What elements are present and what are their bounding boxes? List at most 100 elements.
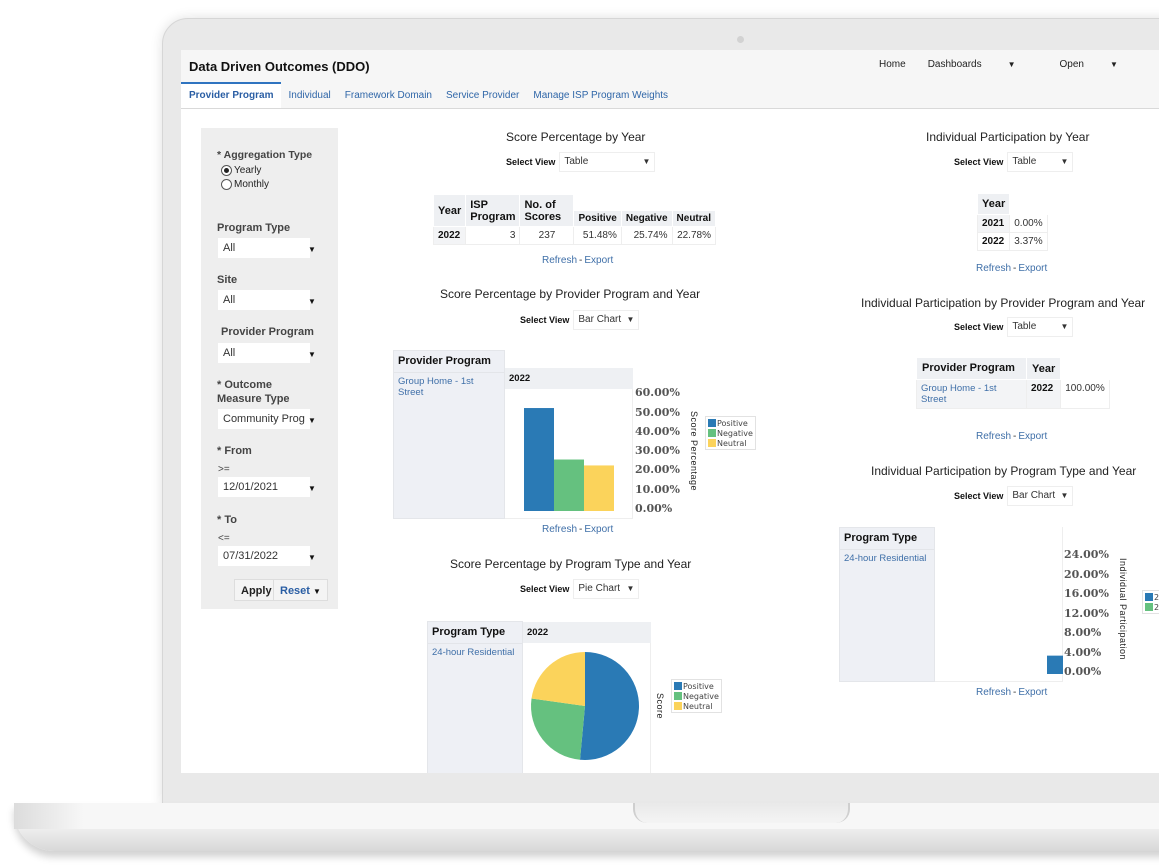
- nav-dashboards[interactable]: Dashboards ▼: [928, 59, 1038, 70]
- select-view: Select View Pie Chart ▼: [520, 579, 640, 599]
- refresh-link[interactable]: Refresh: [542, 255, 577, 266]
- section-title: Score Percentage by Program Type and Yea…: [450, 557, 692, 571]
- radio-monthly[interactable]: Monthly: [221, 179, 269, 190]
- y-tick-label: 12.00%: [1064, 606, 1109, 620]
- program-type-select[interactable]: All: [218, 238, 310, 258]
- laptop-base-top: [14, 803, 1159, 829]
- nav-open[interactable]: Open ▼: [1060, 59, 1140, 70]
- y-tick-label: 24.00%: [1064, 548, 1109, 561]
- caret-down-icon: ▼: [1060, 157, 1069, 166]
- refresh-link[interactable]: Refresh: [976, 687, 1011, 698]
- radio-yearly[interactable]: Yearly: [221, 165, 261, 176]
- separator: -: [1013, 431, 1017, 442]
- tab-service-provider[interactable]: Service Provider: [439, 90, 526, 108]
- header-bar: Data Driven Outcomes (DDO) Home Dashboar…: [181, 50, 1159, 82]
- row-value-link[interactable]: Group Home - 1st Street: [394, 373, 504, 401]
- tab-individual[interactable]: Individual: [281, 90, 337, 108]
- from-operator: >=: [218, 464, 230, 475]
- provider-program-select[interactable]: All: [218, 343, 310, 363]
- chart-legend: 20212022: [1142, 590, 1159, 614]
- view-select[interactable]: Bar Chart ▼: [573, 310, 640, 330]
- caret-down-icon: ▼: [642, 157, 651, 166]
- col-header: 2022: [505, 368, 633, 389]
- from-label: * From: [217, 445, 252, 457]
- view-select[interactable]: Pie Chart ▼: [573, 579, 640, 599]
- row-header: Program Type: [840, 528, 934, 550]
- reset-label: Reset: [280, 585, 310, 597]
- legend-swatch: [708, 419, 716, 427]
- select-view-label: Select View: [954, 491, 1004, 501]
- nav-home[interactable]: Home: [879, 59, 906, 70]
- indiv-by-year-table: Year 2021 0.00% 2022 3.37%: [976, 193, 1048, 251]
- outcome-measure-select[interactable]: Community Prog: [218, 409, 310, 429]
- row-value-link[interactable]: 24-hour Residential: [840, 550, 934, 567]
- table-row: 2021 0.00%: [976, 214, 1048, 233]
- refresh-export-links: Refresh - Export: [976, 431, 1047, 442]
- caret-down-icon: ▼: [626, 584, 635, 593]
- score-by-year-table: Year ISP Program No. of Scores Positive …: [432, 194, 716, 245]
- from-date-select[interactable]: 12/01/2021: [218, 477, 310, 497]
- cell: 2021: [976, 214, 1011, 233]
- view-select[interactable]: Table ▼: [1007, 317, 1074, 337]
- col-header: Negative: [620, 210, 673, 227]
- separator: -: [1013, 263, 1017, 274]
- export-link[interactable]: Export: [1018, 431, 1047, 442]
- legend-swatch: [674, 682, 682, 690]
- refresh-export-links: Refresh - Export: [542, 255, 613, 266]
- row-value-link[interactable]: Group Home - 1st Street: [916, 379, 1027, 409]
- export-link[interactable]: Export: [1018, 263, 1047, 274]
- cell: 22.78%: [671, 226, 716, 245]
- view-select[interactable]: Table ▼: [559, 152, 656, 172]
- site-select[interactable]: All: [218, 290, 310, 310]
- bar-positive[interactable]: [524, 408, 554, 511]
- apply-button[interactable]: Apply: [234, 579, 279, 601]
- view-select[interactable]: Table ▼: [1007, 152, 1074, 172]
- export-link[interactable]: Export: [584, 524, 613, 535]
- outcome-label-2: Measure Type: [217, 393, 290, 405]
- table-row: 2022 3 237 51.48% 25.74% 22.78%: [432, 226, 716, 245]
- select-view: Select View Bar Chart ▼: [954, 486, 1074, 506]
- pivot-row-header: Provider Program Group Home - 1st Street: [393, 350, 505, 519]
- refresh-link[interactable]: Refresh: [542, 524, 577, 535]
- pie-slice-neutral[interactable]: [531, 652, 585, 706]
- chart-legend: Positive Negative Neutral: [671, 679, 722, 713]
- row-header: Program Type: [428, 622, 522, 644]
- legend-item: Neutral: [674, 701, 719, 711]
- tab-manage-isp-weights[interactable]: Manage ISP Program Weights: [526, 90, 675, 108]
- bar-chart-svg: [1047, 577, 1121, 674]
- export-link[interactable]: Export: [584, 255, 613, 266]
- tab-framework-domain[interactable]: Framework Domain: [338, 90, 439, 108]
- tab-provider-program[interactable]: Provider Program: [181, 82, 282, 108]
- header-spacer: [1060, 357, 1110, 380]
- section-title: Score Percentage by Year: [506, 130, 646, 144]
- caret-down-icon: ▼: [308, 484, 316, 493]
- refresh-link[interactable]: Refresh: [976, 263, 1011, 274]
- site-label: Site: [217, 274, 238, 286]
- cell: 3.37%: [1009, 232, 1048, 251]
- aggregation-type-label: * Aggregation Type: [217, 149, 313, 161]
- bar-neutral[interactable]: [584, 465, 614, 511]
- select-view: Select View Table ▼: [506, 152, 656, 172]
- view-value: Bar Chart: [578, 314, 622, 325]
- view-select[interactable]: Bar Chart ▼: [1007, 486, 1074, 506]
- caret-down-icon: ▼: [308, 245, 316, 254]
- col-header: Year: [1025, 357, 1062, 380]
- refresh-link[interactable]: Refresh: [976, 431, 1011, 442]
- refresh-export-links: Refresh - Export: [976, 687, 1047, 698]
- caret-down-icon: ▼: [308, 416, 316, 425]
- bar-negative[interactable]: [554, 459, 584, 511]
- pivot-row-header: Program Type 24-hour Residential: [839, 527, 935, 682]
- row-value-link[interactable]: 24-hour Residential: [428, 644, 522, 661]
- select-view-label: Select View: [954, 157, 1004, 167]
- reset-button[interactable]: Reset ▼: [273, 579, 328, 601]
- separator: -: [1013, 687, 1017, 698]
- export-link[interactable]: Export: [1018, 687, 1047, 698]
- to-date-select[interactable]: 07/31/2022: [218, 546, 310, 566]
- laptop-mockup: Data Driven Outcomes (DDO) Home Dashboar…: [0, 0, 1159, 868]
- pie-slice-positive[interactable]: [579, 652, 639, 760]
- section-title: Individual Participation by Provider Pro…: [861, 296, 1146, 310]
- bar-2021[interactable]: [1047, 655, 1077, 674]
- legend-swatch: [1145, 593, 1153, 601]
- radio-monthly-label: Monthly: [234, 179, 270, 190]
- pie-slice-negative[interactable]: [531, 698, 585, 760]
